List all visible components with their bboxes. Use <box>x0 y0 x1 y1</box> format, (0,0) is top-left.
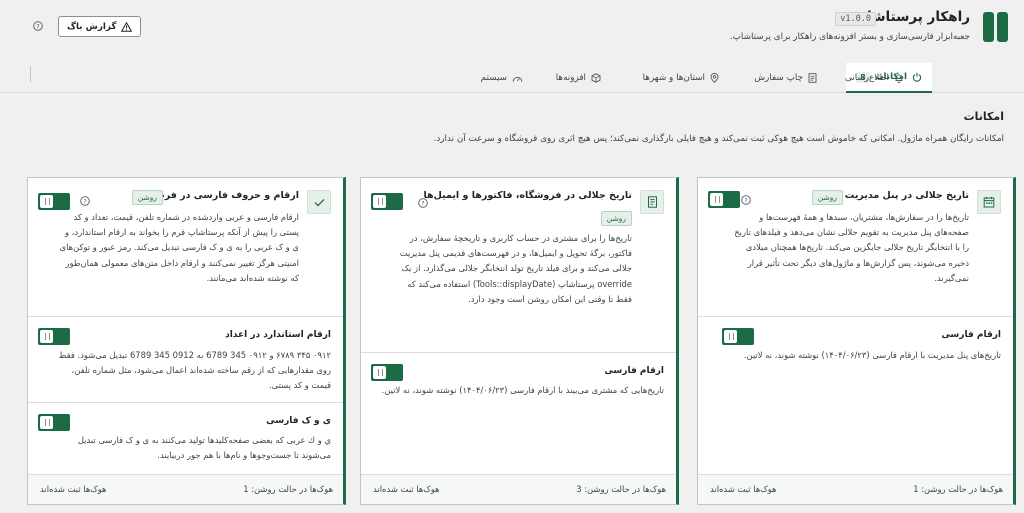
check-icon <box>307 190 331 214</box>
svg-text:?: ? <box>744 197 747 205</box>
status-badge: روشن <box>131 190 163 205</box>
card-title: تاریخ جلالی در فروشگاه، فاکتورها و ایمیل… <box>423 190 632 201</box>
svg-text:?: ? <box>83 198 86 206</box>
feature-toggle[interactable] <box>708 191 740 208</box>
tab-system[interactable]: سیستم <box>481 63 523 93</box>
bug-report-button[interactable]: گزارش باگ <box>58 16 142 37</box>
svg-text:?: ? <box>421 200 424 208</box>
tab-addons-label: افزونه‌ها <box>555 73 586 83</box>
speed-gauge-icon <box>512 76 523 82</box>
box-icon <box>591 73 601 83</box>
tab-notifications[interactable]: اطلاع‌رسانی <box>845 63 904 93</box>
feature-toggle[interactable] <box>371 193 403 210</box>
tab-print-order[interactable]: چاپ سفارش <box>754 63 817 93</box>
hooks-registered: هوک‌ها ثبت شده‌اند <box>40 484 107 494</box>
feature-card-persian-digits: ارقام و حروف فارسی در فرم‌ها روشن ? ارقا… <box>27 177 346 505</box>
top-header: راهکار پرستاشاپ v1.0.0 جعبه‌ابزار فارسی‌… <box>0 0 1024 56</box>
card-description: ارقام فارسی و عربی واردشده در شماره تلفن… <box>59 212 299 283</box>
invoice-icon <box>640 190 664 214</box>
sub-option-title: ی و ک فارسی <box>266 416 331 426</box>
section-title: امکانات <box>963 110 1004 123</box>
divider <box>698 316 1013 317</box>
tab-bar: امکانات 8 اطلاع‌رسانی چاپ سفارش استان‌ها… <box>0 63 1024 93</box>
card-title: ارقام و حروف فارسی در فرم‌ها <box>147 190 299 201</box>
hooks-count: هوک‌ها در حالت روشن: 1 <box>913 484 1003 494</box>
warning-icon <box>121 21 133 32</box>
sub-option-toggle[interactable] <box>38 328 70 345</box>
version-badge: v1.0.0 <box>835 12 876 26</box>
card-description: تاریخ‌ها را در سفارش‌ها، مشتریان، سبدها … <box>734 212 969 283</box>
sub-option-toggle[interactable] <box>371 364 403 381</box>
app-description: جعبه‌ابزار فارسی‌سازی و بستر افزونه‌های … <box>729 32 970 42</box>
sub-option-title: ارقام فارسی <box>941 330 1001 340</box>
section-description: امکانات رایگان همراه ماژول. امکانی که خا… <box>433 134 1004 144</box>
hooks-count: هوک‌ها در حالت روشن: 1 <box>243 484 333 494</box>
sub-option-title: ارقام فارسی <box>604 366 664 376</box>
help-icon[interactable]: ? <box>418 198 428 208</box>
tab-notifications-label: اطلاع‌رسانی <box>844 73 889 83</box>
app-logo-icon <box>980 12 1008 42</box>
tabs-divider <box>30 66 31 82</box>
sub-option-title: ارقام استاندارد در اعداد <box>225 330 331 340</box>
hooks-registered: هوک‌ها ثبت شده‌اند <box>373 484 440 494</box>
feature-card-admin-jalali: تاریخ جلالی در پنل مدیریت روشن ? تاریخ‌ه… <box>697 177 1016 505</box>
card-footer: هوک‌ها در حالت روشن: 1 هوک‌ها ثبت شده‌ان… <box>28 474 343 504</box>
sub-option-description: ي و ك عربی که بعضی صفحه‌کلیدها تولید می‌… <box>77 435 331 461</box>
calendar-icon <box>977 190 1001 214</box>
card-title: تاریخ جلالی در پنل مدیریت <box>844 190 969 201</box>
sub-option-description: تاریخ‌های پنل مدیریت با ارقام فارسی (۱۴۰… <box>743 350 1001 360</box>
sub-option-description: تاریخ‌هایی که مشتری می‌بیند با ارقام فار… <box>381 385 664 395</box>
card-description: تاریخ‌ها را برای مشتری در حساب کاربری و … <box>399 233 632 304</box>
feature-toggle[interactable] <box>38 193 70 210</box>
card-footer: هوک‌ها در حالت روشن: 3 هوک‌ها ثبت شده‌ان… <box>361 474 676 504</box>
status-badge: روشن <box>811 190 843 205</box>
svg-text:?: ? <box>36 23 39 31</box>
tab-provinces-cities[interactable]: استان‌ها و شهرها <box>643 63 719 93</box>
bell-icon <box>895 74 903 83</box>
help-icon[interactable]: ? <box>741 195 751 205</box>
feature-card-shop-jalali: تاریخ جلالی در فروشگاه، فاکتورها و ایمیل… <box>360 177 679 505</box>
sub-option-toggle[interactable] <box>38 414 70 431</box>
divider <box>28 316 343 317</box>
sub-option-toggle[interactable] <box>722 328 754 345</box>
bug-report-label: گزارش باگ <box>67 21 117 32</box>
card-footer: هوک‌ها در حالت روشن: 1 هوک‌ها ثبت شده‌ان… <box>698 474 1013 504</box>
status-badge: روشن <box>600 211 632 226</box>
sub-option-description: ۰۹۱۲ ۳۴۵ ۶۷۸۹ و ٠٩١٢ 345 6789 به 0912 34… <box>58 350 331 391</box>
hooks-count: هوک‌ها در حالت روشن: 3 <box>576 484 666 494</box>
help-icon[interactable]: ? <box>33 21 43 31</box>
divider <box>28 402 343 403</box>
hooks-registered: هوک‌ها ثبت شده‌اند <box>710 484 777 494</box>
document-icon <box>808 73 817 83</box>
location-pin-icon <box>710 73 719 83</box>
tab-addons[interactable]: افزونه‌ها <box>556 63 601 93</box>
power-icon <box>912 72 922 82</box>
help-icon[interactable]: ? <box>80 196 90 206</box>
tab-provinces-cities-label: استان‌ها و شهرها <box>642 73 705 83</box>
tab-print-order-label: چاپ سفارش <box>754 73 803 83</box>
tab-system-label: سیستم <box>480 73 507 83</box>
divider <box>361 352 676 353</box>
